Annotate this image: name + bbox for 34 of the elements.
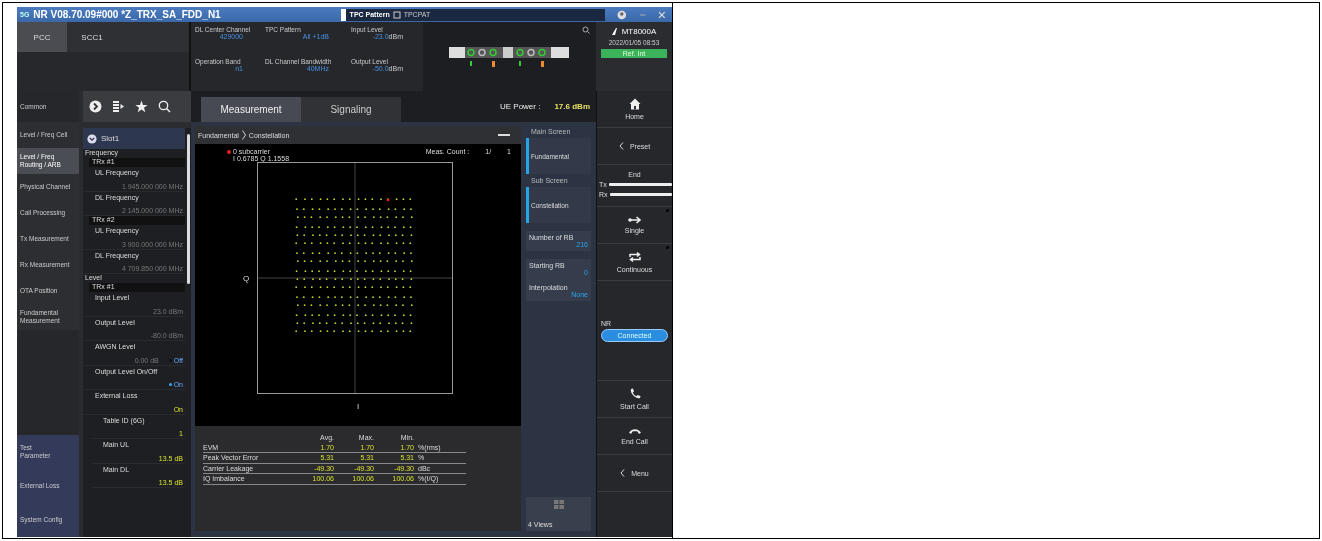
main-tab[interactable]: Signaling	[301, 97, 401, 122]
hang-up-icon	[627, 427, 642, 435]
breadcrumb-separator-icon	[241, 130, 246, 140]
scrollbar-thumb[interactable]	[187, 134, 190, 284]
chevron-icon	[87, 133, 97, 144]
slot-header[interactable]: Slot1	[83, 128, 185, 149]
home-icon	[628, 98, 641, 110]
axis-label: Q	[242, 273, 250, 283]
rx-bar-icon	[609, 193, 672, 196]
profile-icon[interactable]	[617, 9, 627, 20]
arrow-right-icon	[627, 216, 642, 224]
minimize-icon[interactable]	[498, 133, 510, 137]
search-icon[interactable]	[158, 100, 171, 113]
ue-power-value: 17.6 dBm	[554, 102, 590, 111]
axis-label: I	[356, 402, 360, 411]
phone-icon	[628, 388, 641, 400]
forward-icon[interactable]	[89, 100, 102, 113]
close-icon[interactable]	[658, 10, 666, 19]
document-icon	[392, 10, 401, 19]
grid-icon	[553, 500, 564, 509]
star-icon[interactable]	[135, 100, 148, 113]
zoom-icon[interactable]	[582, 26, 590, 34]
tx-bar-icon	[608, 183, 672, 186]
repeat-icon	[627, 251, 642, 263]
chevron-left-icon	[620, 469, 626, 477]
instrument-model: MT8000A	[611, 27, 657, 36]
logo-icon	[611, 28, 619, 35]
ue-power-label: UE Power :	[499, 102, 541, 111]
chevron-left-icon	[618, 142, 624, 150]
carrier-tab[interactable]: PCC	[17, 22, 67, 52]
window-title: NR V08.70.09#000 *Z_TRX_SA_FDD_N1	[33, 9, 222, 20]
main-tab[interactable]: Measurement	[201, 97, 301, 122]
list-icon[interactable]	[112, 100, 125, 113]
marker-icon	[227, 150, 231, 154]
